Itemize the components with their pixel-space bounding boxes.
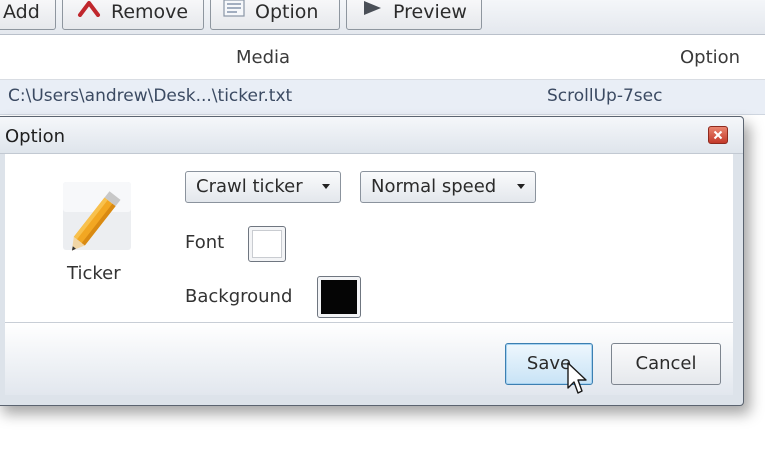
cancel-button-label: Cancel <box>635 353 697 374</box>
option-button[interactable]: Option <box>210 0 340 30</box>
toolbar: Add Remove Option Preview <box>0 0 765 35</box>
option-cell: ScrollUp-7sec <box>547 86 663 106</box>
chevron-down-icon <box>517 184 525 189</box>
remove-button-label: Remove <box>111 1 189 23</box>
pencil-icon <box>61 176 137 252</box>
list-icon <box>223 0 245 30</box>
dialog-titlebar[interactable]: Option <box>0 117 743 154</box>
app-window: Add Remove Option Preview Media Option C… <box>0 0 765 458</box>
save-button-label: Save <box>526 353 572 374</box>
cancel-button[interactable]: Cancel <box>611 343 721 385</box>
font-label: Font <box>185 232 225 253</box>
play-icon <box>361 0 383 30</box>
media-path-cell: C:\Users\andrew\Desk...\ticker.txt <box>8 86 293 106</box>
column-header-media[interactable]: Media <box>236 47 290 68</box>
option-dialog: Option Ticker Crawl ticker Normal speed … <box>0 116 744 406</box>
chevron-down-icon <box>322 184 330 189</box>
remove-chevron-icon <box>77 0 101 30</box>
add-button[interactable]: Add <box>0 0 56 30</box>
background-color-picker[interactable] <box>317 276 361 318</box>
option-button-label: Option <box>255 1 319 23</box>
table-row[interactable]: C:\Users\andrew\Desk...\ticker.txt Scrol… <box>0 80 765 115</box>
grid-header: Media Option <box>0 35 765 80</box>
ticker-type-value: Crawl ticker <box>196 176 303 197</box>
mouse-cursor-icon <box>566 362 588 396</box>
dialog-body: Ticker Crawl ticker Normal speed Font Ba… <box>5 154 733 323</box>
add-button-label: Add <box>3 1 40 23</box>
speed-value: Normal speed <box>371 176 497 197</box>
font-color-fill <box>252 230 282 258</box>
preview-button-label: Preview <box>393 1 467 23</box>
ticker-type-dropdown[interactable]: Crawl ticker <box>185 171 341 203</box>
close-icon[interactable] <box>708 126 728 144</box>
ticker-label: Ticker <box>67 263 121 284</box>
remove-button[interactable]: Remove <box>62 0 204 30</box>
background-label: Background <box>185 286 293 307</box>
dialog-footer: Save Cancel <box>5 323 733 395</box>
dialog-title: Option <box>5 126 66 147</box>
column-header-option[interactable]: Option <box>680 47 740 68</box>
font-color-picker[interactable] <box>248 226 286 262</box>
speed-dropdown[interactable]: Normal speed <box>360 171 536 203</box>
preview-button[interactable]: Preview <box>346 0 482 30</box>
background-color-fill <box>321 280 357 314</box>
